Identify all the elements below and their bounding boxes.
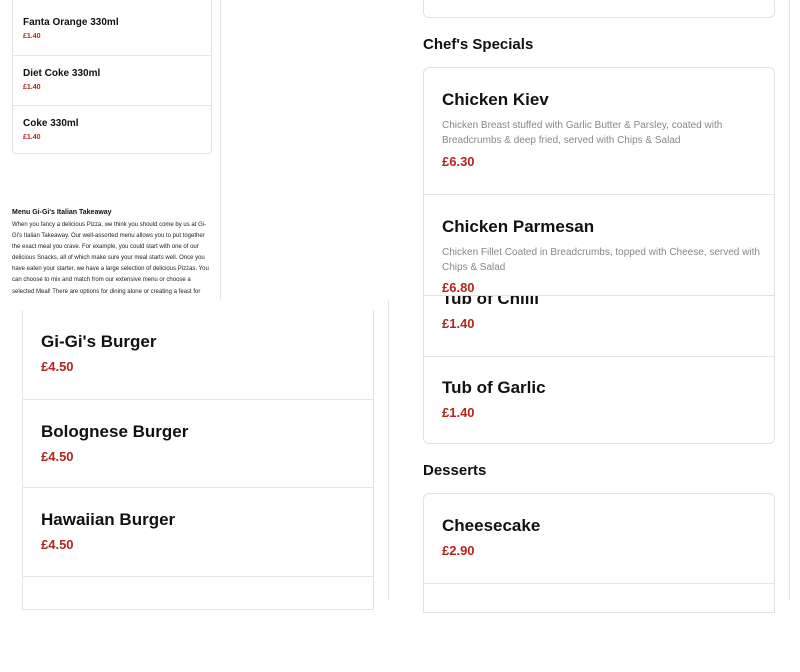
menu-item-name: Bolognese Burger	[41, 422, 189, 441]
menu-item-chicken-parmesan[interactable]: Chicken Parmesan Chicken Fillet Coated i…	[424, 194, 774, 295]
menu-item-chicken-kiev[interactable]: Chicken Kiev Chicken Breast stuffed with…	[424, 68, 774, 194]
column-divider	[388, 300, 389, 600]
menu-item-description: Chicken Breast stuffed with Garlic Butte…	[442, 120, 723, 146]
menu-item-coke[interactable]: Coke 330ml £1.40	[13, 105, 211, 155]
menu-item-price: £4.50	[41, 537, 74, 552]
section-heading-specials: Chef's Specials	[423, 36, 534, 53]
menu-item-partial[interactable]	[424, 583, 774, 672]
menu-item-name: Diet Coke 330ml	[23, 68, 101, 79]
column-divider	[220, 0, 221, 300]
menu-item-name: Hawaiian Burger	[41, 510, 176, 529]
burgers-list: Gi-Gi's Burger £4.50 Bolognese Burger £4…	[22, 310, 374, 610]
menu-item-price: £1.40	[442, 405, 475, 420]
menu-item-tub-of-garlic[interactable]: Tub of Garlic £1.40	[424, 356, 774, 443]
section-heading-desserts: Desserts	[423, 462, 487, 479]
desserts-list: Cheesecake £2.90	[423, 493, 775, 613]
about-text: When you fancy a delicious Pizza, we thi…	[12, 222, 209, 295]
menu-item-name: Chicken Parmesan	[442, 217, 595, 236]
column-divider	[789, 0, 790, 600]
menu-item-diet-coke[interactable]: Diet Coke 330ml £1.40	[13, 55, 211, 105]
menu-item-name: Tub of Garlic	[442, 378, 546, 397]
menu-item-fanta[interactable]: Fanta Orange 330ml £1.40	[13, 0, 211, 55]
menu-item-price: £2.90	[442, 543, 475, 558]
about-title: Menu Gi-Gi's Italian Takeaway	[12, 209, 112, 216]
sides-list: Tub of Chilli £1.40 Tub of Garlic £1.40	[423, 270, 775, 444]
menu-item-name: Cheesecake	[442, 516, 541, 535]
menu-item-name: Fanta Orange 330ml	[23, 17, 119, 28]
menu-item-bolognese-burger[interactable]: Bolognese Burger £4.50	[23, 399, 373, 488]
menu-item-price: £4.50	[41, 359, 74, 374]
menu-item-price: £6.80	[442, 280, 475, 295]
menu-item-price: £1.40	[23, 84, 41, 91]
menu-item-name: Coke 330ml	[23, 118, 79, 129]
menu-item-price: £1.40	[23, 134, 41, 141]
menu-item-price: £4.50	[41, 449, 74, 464]
menu-item-partial[interactable]	[23, 576, 373, 665]
menu-card-partial	[423, 0, 775, 18]
menu-item-name: Gi-Gi's Burger	[41, 332, 157, 351]
specials-list: Chicken Kiev Chicken Breast stuffed with…	[423, 67, 775, 296]
menu-item-hawaiian-burger[interactable]: Hawaiian Burger £4.50	[23, 487, 373, 576]
menu-item-price: £1.40	[23, 33, 41, 40]
menu-item-gigis-burger[interactable]: Gi-Gi's Burger £4.50	[23, 310, 373, 399]
menu-item-name: Chicken Kiev	[442, 90, 549, 109]
drinks-list: Fanta Orange 330ml £1.40 Diet Coke 330ml…	[12, 0, 212, 154]
menu-item-price: £6.30	[442, 154, 475, 169]
menu-item-price: £1.40	[442, 316, 475, 331]
menu-item-description: Chicken Fillet Coated in Breadcrumbs, to…	[442, 247, 760, 273]
menu-item-cheesecake[interactable]: Cheesecake £2.90	[424, 494, 774, 583]
